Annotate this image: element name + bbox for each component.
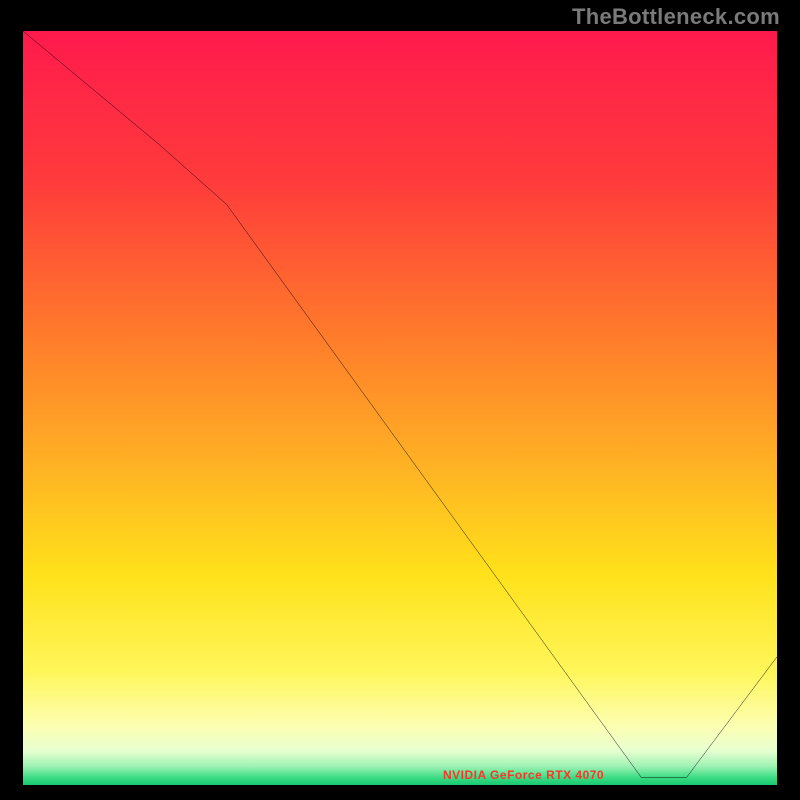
legend-label: NVIDIA GeForce RTX 4070 bbox=[443, 768, 604, 782]
plot-area: NVIDIA GeForce RTX 4070 bbox=[20, 28, 780, 788]
bottleneck-curve bbox=[23, 31, 777, 777]
chart-stage: TheBottleneck.com NVIDIA GeForce RTX 407… bbox=[0, 0, 800, 800]
curve-layer bbox=[23, 31, 777, 785]
attribution-text: TheBottleneck.com bbox=[572, 4, 780, 30]
